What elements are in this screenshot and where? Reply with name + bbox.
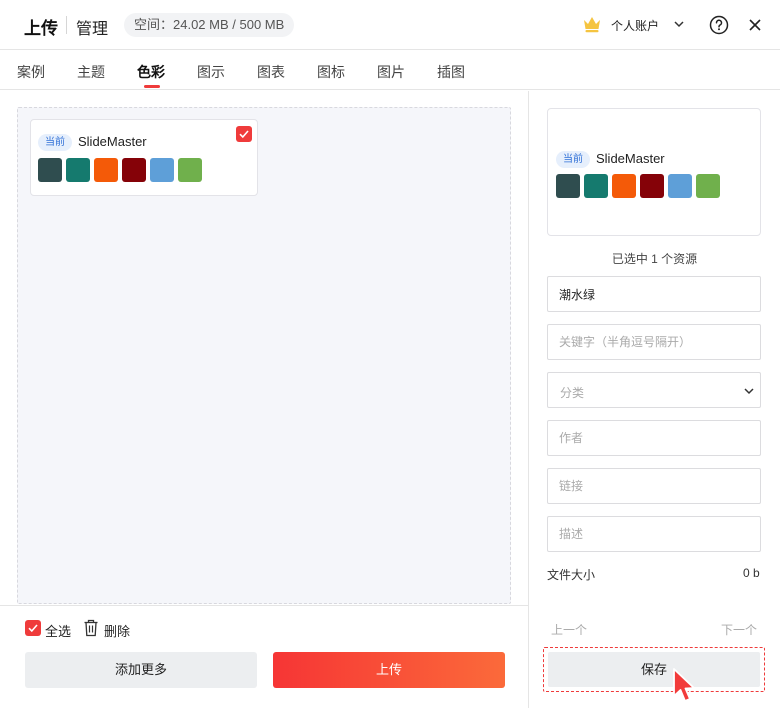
tab-illustrations[interactable]: 插图 <box>437 62 465 82</box>
upload-button[interactable]: 上传 <box>273 652 505 688</box>
active-tab-indicator <box>144 85 160 88</box>
current-badge: 当前 <box>556 151 590 168</box>
tab-themes[interactable]: 主题 <box>77 62 105 82</box>
bottom-actions: 全选 删除 添加更多 上传 <box>0 605 528 708</box>
selected-count: 已选中 1 个资源 <box>611 252 698 266</box>
color-swatch-5 <box>668 174 692 198</box>
tab-charts[interactable]: 图表 <box>257 62 285 82</box>
chevron-down-icon <box>744 388 754 395</box>
color-scheme-name: SlideMaster <box>78 134 147 149</box>
check-icon <box>239 130 249 139</box>
file-size-label: 文件大小 <box>547 568 596 582</box>
next-button[interactable]: 下一个 <box>721 621 757 638</box>
category-placeholder: 分类 <box>560 386 585 400</box>
preview-swatches <box>556 174 720 198</box>
chevron-down-icon[interactable] <box>673 19 685 29</box>
color-swatch-2 <box>66 158 90 182</box>
close-icon[interactable] <box>747 17 763 33</box>
save-button[interactable]: 保存 <box>548 652 760 687</box>
crown-icon <box>584 17 600 33</box>
trash-icon[interactable] <box>83 619 99 637</box>
mouse-cursor-icon <box>673 668 695 702</box>
manage-title[interactable]: 管理 <box>76 15 108 39</box>
card-checkbox[interactable] <box>236 126 252 142</box>
color-swatch-1 <box>38 158 62 182</box>
save-focus-outline: 保存 <box>543 647 765 692</box>
tab-icons[interactable]: 图标 <box>317 62 345 82</box>
resource-area: 当前 SlideMaster <box>0 91 528 606</box>
color-swatch-6 <box>696 174 720 198</box>
color-swatch-5 <box>150 158 174 182</box>
link-input[interactable] <box>547 468 761 504</box>
color-swatch-6 <box>178 158 202 182</box>
drop-zone[interactable]: 当前 SlideMaster <box>17 107 511 604</box>
color-swatch-3 <box>94 158 118 182</box>
file-size-value: 0 b <box>743 566 760 580</box>
select-all-label[interactable]: 全选 <box>45 621 71 640</box>
color-swatch-1 <box>556 174 580 198</box>
color-swatch-3 <box>612 174 636 198</box>
tab-cases[interactable]: 案例 <box>17 62 45 82</box>
current-badge: 当前 <box>38 134 72 151</box>
keywords-input[interactable] <box>547 324 761 360</box>
category-select[interactable]: 分类 <box>547 372 761 408</box>
account-menu[interactable]: 个人账户 <box>611 17 659 34</box>
storage-space: 空间：24.02 MB / 500 MB <box>124 13 295 37</box>
color-scheme-card[interactable]: 当前 SlideMaster <box>30 119 258 196</box>
name-input[interactable] <box>547 276 761 312</box>
check-icon <box>28 624 38 633</box>
preview-box: 当前 SlideMaster <box>547 108 761 236</box>
details-panel: 当前 SlideMaster 已选中 1 个资源 分类 文件大小 0 b 上一个… <box>529 91 780 708</box>
previous-button[interactable]: 上一个 <box>551 621 587 638</box>
description-input[interactable] <box>547 516 761 552</box>
select-all-checkbox[interactable] <box>25 620 41 636</box>
color-swatch-4 <box>122 158 146 182</box>
header: 上传 管理 空间：24.02 MB / 500 MB 个人账户 <box>0 0 780 50</box>
color-swatch-2 <box>584 174 608 198</box>
help-icon[interactable] <box>709 15 729 35</box>
tab-images[interactable]: 图片 <box>377 62 405 82</box>
color-swatch-4 <box>640 174 664 198</box>
author-input[interactable] <box>547 420 761 456</box>
tab-diagrams[interactable]: 图示 <box>197 62 225 82</box>
category-tabs: 案例 主题 色彩 图示 图表 图标 图片 插图 <box>0 50 780 90</box>
tab-colors[interactable]: 色彩 <box>137 62 165 82</box>
preview-name: SlideMaster <box>596 151 665 166</box>
color-swatches <box>38 158 202 182</box>
upload-title[interactable]: 上传 <box>24 14 58 39</box>
header-separator <box>66 16 67 34</box>
add-more-button[interactable]: 添加更多 <box>25 652 257 688</box>
delete-label[interactable]: 删除 <box>104 621 130 640</box>
